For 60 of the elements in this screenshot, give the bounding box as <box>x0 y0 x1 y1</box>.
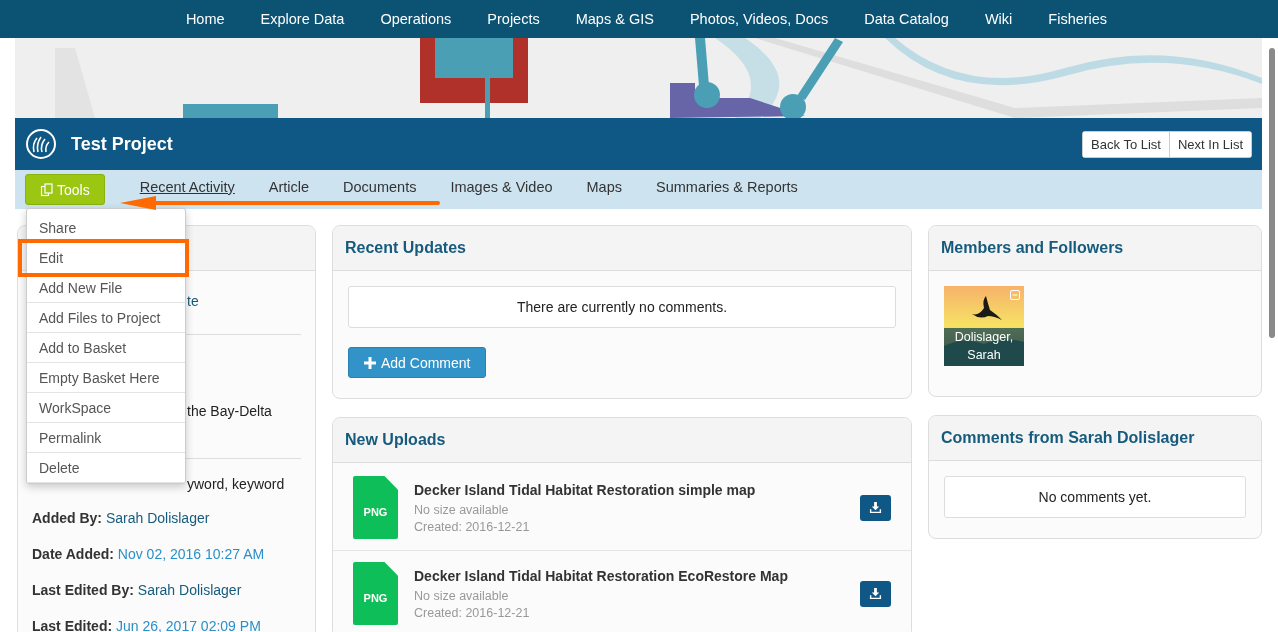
file-icon: PNG <box>353 476 398 539</box>
file-size: No size available <box>414 588 510 603</box>
copy-icon <box>40 182 54 197</box>
nav-link[interactable]: Home <box>167 11 243 27</box>
nav-link[interactable]: Photos, Videos, Docs <box>671 11 847 27</box>
file-date: Created: 2016-12-21 <box>414 519 531 534</box>
file-icon: PNG <box>353 562 398 625</box>
field-label: Last Edited By: <box>32 582 134 598</box>
tab[interactable]: Article <box>251 178 327 196</box>
nav-link[interactable]: Maps & GIS <box>557 11 672 27</box>
download-button[interactable] <box>860 580 891 607</box>
menu-item[interactable]: Add to Basket <box>27 333 185 363</box>
menu-item[interactable]: Add Files to Project <box>27 303 185 333</box>
field-label: Last Edited: <box>32 618 113 632</box>
file-date: Created: 2016-12-21 <box>414 605 531 620</box>
member-name[interactable]: Dolislager, Sarah <box>944 328 1024 366</box>
empty-message: No comments yet. <box>944 476 1246 518</box>
list-nav-button[interactable]: Next In List <box>1168 131 1251 157</box>
info-text: yword, keyword <box>187 476 285 492</box>
field-label: Date Added: <box>32 546 114 562</box>
empty-message: There are currently no comments. <box>348 286 896 328</box>
info-link[interactable]: te <box>187 293 199 309</box>
tab[interactable]: Recent Activity <box>122 178 252 196</box>
menu-item[interactable]: Edit <box>18 239 189 277</box>
nav-link[interactable]: Fisheries <box>1030 11 1126 27</box>
file-size: No size available <box>414 502 510 517</box>
card-title: Members and Followers <box>941 239 1124 257</box>
date-link[interactable]: Jun 26, 2017 02:09 PM <box>116 618 261 632</box>
download-button[interactable] <box>860 494 891 521</box>
menu-item[interactable]: Add New File <box>27 273 185 303</box>
card-title: Comments from Sarah Dolislager <box>941 429 1195 447</box>
card-title: New Uploads <box>345 431 446 449</box>
download-icon <box>869 587 882 600</box>
file-name[interactable]: Decker Island Tidal Habitat Restoration EcoRestore Map <box>414 567 788 584</box>
person-link[interactable]: Sarah Dolislager <box>105 510 210 526</box>
tab[interactable]: Documents <box>326 178 434 196</box>
logo-icon <box>25 128 57 160</box>
file-name[interactable]: Decker Island Tidal Habitat Restoration simple map <box>414 481 756 498</box>
tab[interactable]: Summaries & Reports <box>639 178 815 196</box>
menu-item[interactable]: Permalink <box>27 423 185 453</box>
field-label: Added By: <box>32 510 102 526</box>
nav-link[interactable]: Explore Data <box>242 11 363 27</box>
tab[interactable]: Images & Video <box>433 178 570 196</box>
project-title: Test Project <box>71 133 173 155</box>
nav-link[interactable]: Data Catalog <box>846 11 967 27</box>
card-title: Recent Updates <box>345 239 466 257</box>
person-link[interactable]: Sarah Dolislager <box>137 582 242 598</box>
nav-link[interactable]: Projects <box>469 11 558 27</box>
menu-item[interactable]: Delete <box>27 453 185 483</box>
info-text: the Bay-Delta <box>187 403 272 419</box>
menu-item[interactable]: WorkSpace <box>27 393 185 423</box>
nav-link[interactable]: Operations <box>362 11 470 27</box>
nav-link[interactable]: Wiki <box>966 11 1031 27</box>
download-icon <box>869 501 882 514</box>
date-link[interactable]: Nov 02, 2016 10:27 AM <box>117 546 265 562</box>
scrollbar[interactable] <box>1269 48 1275 338</box>
plus-icon <box>364 356 376 369</box>
menu-item[interactable]: Share <box>27 213 185 243</box>
tab[interactable]: Maps <box>569 178 639 196</box>
menu-item[interactable]: Empty Basket Here <box>27 363 185 393</box>
